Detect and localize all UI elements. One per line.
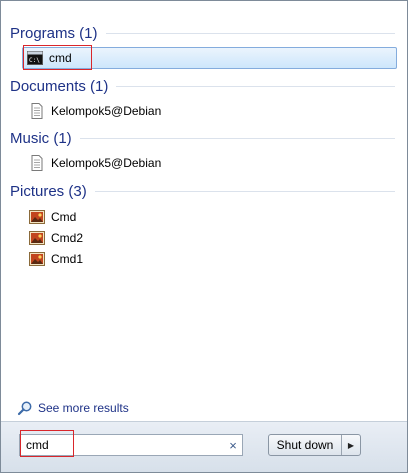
see-more-label: See more results xyxy=(38,401,129,415)
clear-search-icon[interactable]: × xyxy=(224,438,242,453)
see-more-results-link[interactable]: See more results xyxy=(17,399,129,417)
group-header-music: Music (1) xyxy=(10,127,395,149)
picture-icon xyxy=(29,230,45,246)
group-divider xyxy=(116,85,395,87)
group-divider xyxy=(79,137,395,139)
highlight-cmd-result xyxy=(23,45,92,70)
picture-icon xyxy=(29,209,45,225)
start-menu: Programs (1) C:\ cmd Documents (1) Kelom… xyxy=(0,0,408,473)
shutdown-options-arrow-icon[interactable]: ▶ xyxy=(342,435,360,455)
group-header-pictures: Pictures (3) xyxy=(10,180,395,202)
result-item-music[interactable]: Kelompok5@Debian xyxy=(25,152,405,174)
shutdown-button[interactable]: Shut down xyxy=(269,435,341,455)
group-divider xyxy=(105,32,395,34)
result-item-picture-cmd[interactable]: Cmd xyxy=(25,206,405,228)
document-icon xyxy=(29,155,45,171)
result-item-picture-cmd1[interactable]: Cmd1 xyxy=(25,248,405,270)
group-divider xyxy=(94,190,395,192)
result-item-label: Cmd xyxy=(51,210,77,224)
group-title: Documents (1) xyxy=(10,77,109,95)
group-header-programs: Programs (1) xyxy=(10,22,395,44)
magnifier-icon xyxy=(17,400,33,416)
result-item-label: Kelompok5@Debian xyxy=(51,104,162,118)
result-item-label: Cmd1 xyxy=(51,252,84,266)
group-header-documents: Documents (1) xyxy=(10,75,395,97)
result-item-picture-cmd2[interactable]: Cmd2 xyxy=(25,227,405,249)
document-icon xyxy=(29,103,45,119)
highlight-search-box xyxy=(20,430,74,457)
group-title: Music (1) xyxy=(10,129,72,147)
result-item-label: Kelompok5@Debian xyxy=(51,156,162,170)
group-title: Pictures (3) xyxy=(10,182,87,200)
shutdown-button-group: Shut down ▶ xyxy=(268,434,361,456)
result-item-document[interactable]: Kelompok5@Debian xyxy=(25,100,405,122)
picture-icon xyxy=(29,251,45,267)
result-item-label: Cmd2 xyxy=(51,231,84,245)
group-title: Programs (1) xyxy=(10,24,98,42)
